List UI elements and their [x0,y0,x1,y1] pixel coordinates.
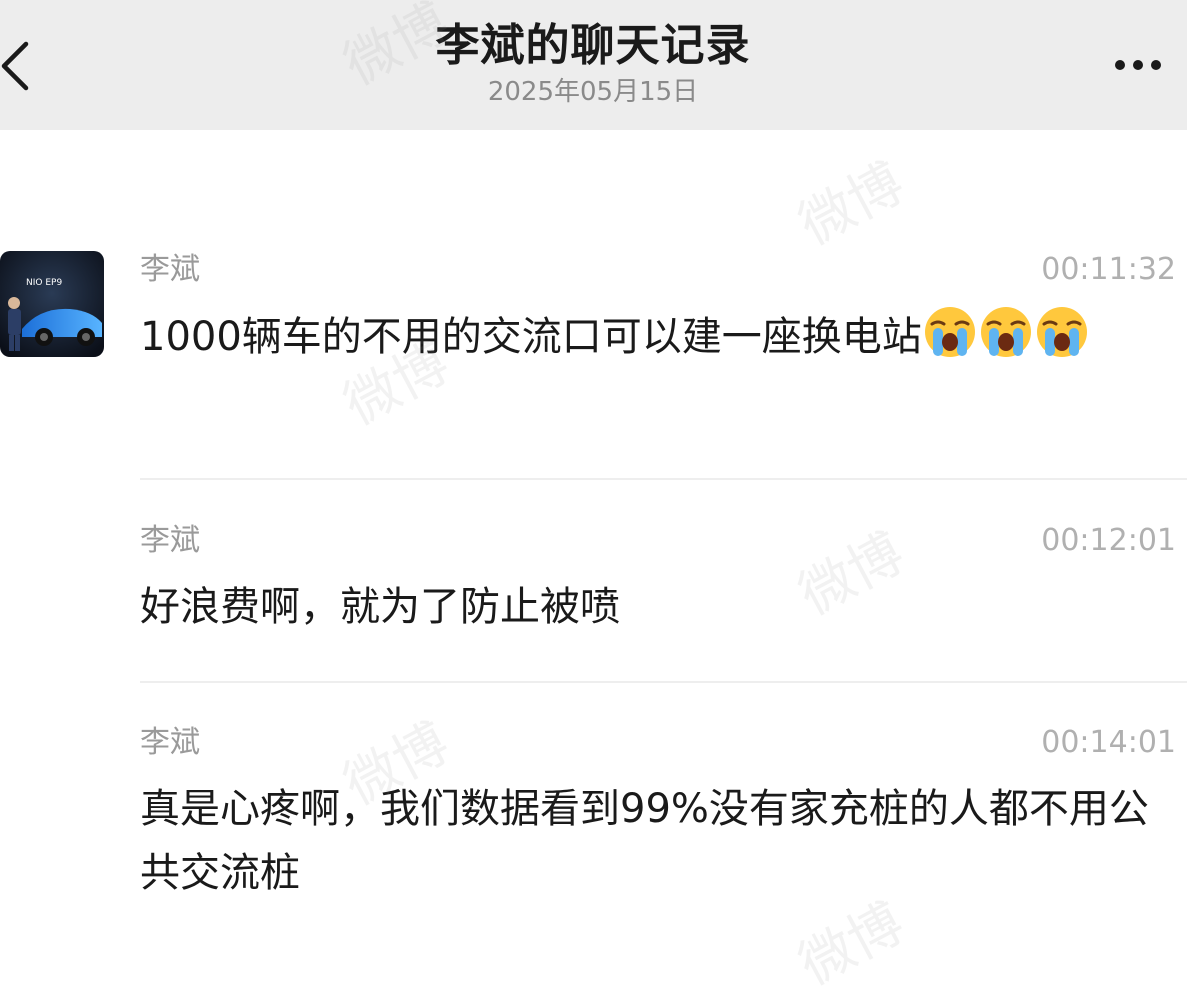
nav-header: 李斌的聊天记录 2025年05月15日 [0,0,1187,130]
svg-text:NIO EP9: NIO EP9 [26,278,62,288]
sender-name: 李斌 [140,523,200,558]
back-button[interactable] [0,34,40,94]
sender-name: 李斌 [140,252,200,287]
message-body: 1000辆车的不用的交流口可以建一座换电站 [140,314,922,360]
crying-face-emoji [1034,304,1090,360]
divider [140,478,1187,480]
divider [140,681,1187,683]
weibo-watermark: 微博 [788,150,914,258]
message-time: 00:14:01 [1041,725,1176,760]
message-time: 00:11:32 [1041,252,1176,287]
message-text: 1000辆车的不用的交流口可以建一座换电站 [140,304,1180,369]
message-text: 真是心疼啊，我们数据看到99%没有家充桩的人都不用公共交流桩 [140,786,1149,896]
message-text: 好浪费啊，就为了防止被喷 [140,584,620,630]
message-time: 00:12:01 [1041,523,1176,558]
page-title: 李斌的聊天记录 [435,20,751,71]
crying-face-emoji [978,304,1034,360]
avatar[interactable]: NIO EP9 [0,251,104,357]
chevron-left-icon [1,41,29,91]
crying-face-emoji [922,304,978,360]
title-block: 李斌的聊天记录 2025年05月15日 [293,18,893,108]
sender-name: 李斌 [140,725,200,760]
more-horizontal-icon [1115,60,1161,70]
page-subtitle-date: 2025年05月15日 [487,77,699,107]
more-button[interactable] [1109,48,1169,82]
